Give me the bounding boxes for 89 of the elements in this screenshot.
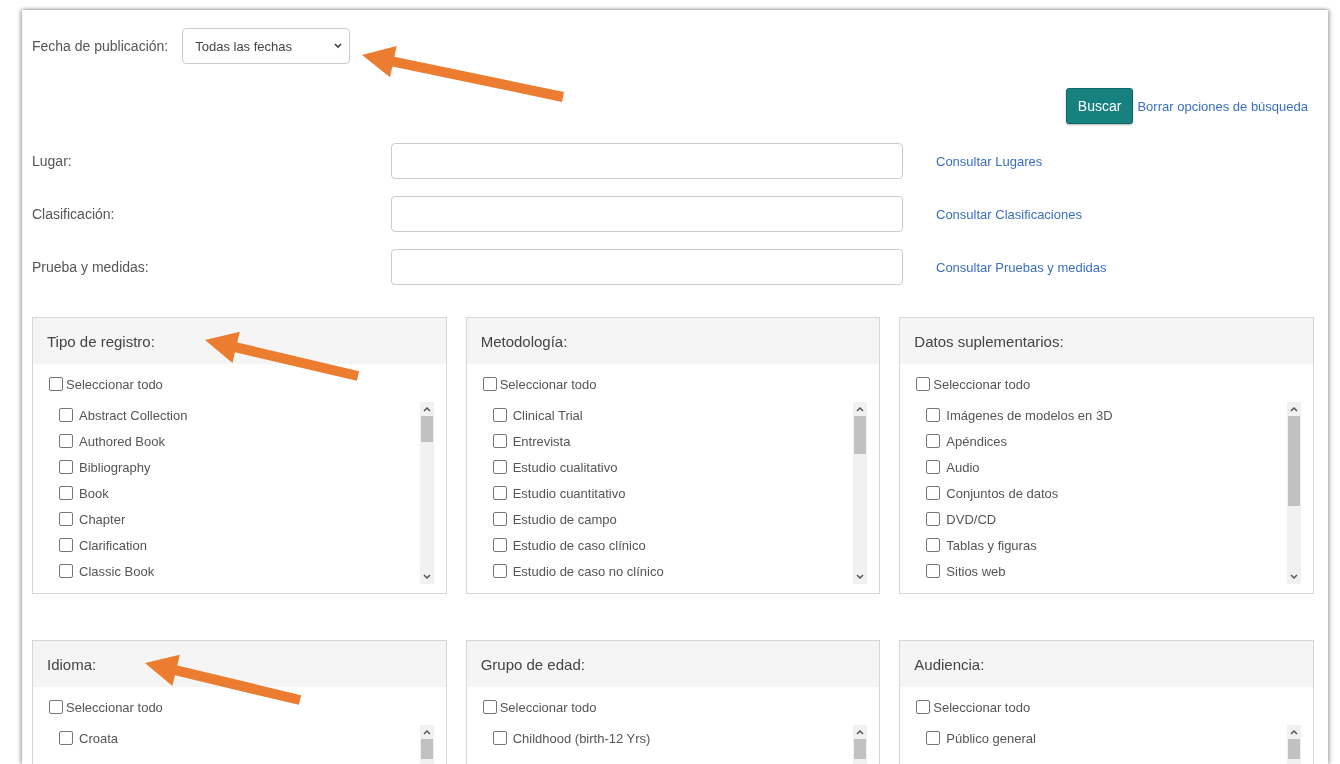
checkbox[interactable]: [916, 700, 931, 714]
checkbox-label: Audio: [946, 459, 980, 475]
scrollbar-thumb[interactable]: [420, 739, 433, 759]
browse-link[interactable]: Consultar Clasificaciones: [936, 206, 1314, 222]
scrollbar-thumb[interactable]: [420, 416, 433, 442]
checkbox[interactable]: [59, 731, 73, 745]
checkbox[interactable]: [59, 460, 73, 474]
panel-header: Datos suplementarios:: [900, 318, 1313, 364]
scrollbar[interactable]: [1287, 402, 1301, 584]
checkbox-label: Bibliography: [79, 459, 151, 475]
scrollbar-thumb[interactable]: [1288, 416, 1300, 506]
checkbox-label: Abstract Collection: [79, 407, 188, 423]
checkbox-label: Seleccionar todo: [499, 699, 597, 715]
panel-header: Grupo de edad:: [466, 641, 880, 687]
checkbox-label: Tablas y figuras: [946, 537, 1037, 553]
checkbox-label: Seleccionar todo: [66, 376, 163, 392]
date-select[interactable]: Todas las fechas: [182, 28, 351, 64]
panel-header: Metodología:: [466, 318, 880, 364]
checkbox[interactable]: [926, 731, 941, 745]
checkbox[interactable]: [59, 538, 73, 552]
checkbox-label: Seleccionar todo: [66, 699, 163, 715]
checkbox-label: Estudio de caso clínico: [512, 537, 646, 553]
input-field[interactable]: [391, 196, 903, 232]
checkbox-label: Seleccionar todo: [933, 699, 1031, 715]
checkbox[interactable]: [492, 731, 507, 745]
checkbox-label: Conjuntos de datos: [946, 485, 1059, 501]
checkbox-label: Sitios web: [946, 563, 1006, 579]
field-label: Clasificación:: [32, 206, 116, 222]
checkbox[interactable]: [59, 486, 73, 500]
browse-link[interactable]: Consultar Pruebas y medidas: [936, 259, 1314, 275]
checkbox[interactable]: [926, 486, 941, 500]
checkbox-label: Book: [79, 485, 109, 501]
checkbox-label: Imágenes de modelos en 3D: [946, 407, 1113, 423]
scrollbar-thumb[interactable]: [854, 416, 867, 454]
checkbox[interactable]: [482, 377, 497, 391]
scrollbar-thumb[interactable]: [854, 739, 867, 759]
checkbox[interactable]: [492, 538, 507, 552]
scrollbar-thumb[interactable]: [1288, 739, 1300, 759]
search-button[interactable]: Buscar: [1065, 88, 1134, 124]
checkbox-label: Croata: [79, 730, 119, 746]
panel-header: Audiencia:: [900, 641, 1313, 687]
checkbox[interactable]: [49, 700, 63, 714]
checkbox[interactable]: [926, 512, 941, 526]
checkbox[interactable]: [492, 486, 507, 500]
checkbox[interactable]: [916, 377, 931, 391]
checkbox[interactable]: [926, 564, 941, 578]
checkbox[interactable]: [49, 377, 63, 391]
checkbox[interactable]: [492, 434, 507, 448]
checkbox[interactable]: [492, 564, 507, 578]
checkbox-label: Apéndices: [946, 433, 1008, 449]
browse-link[interactable]: Consultar Lugares: [936, 153, 1314, 169]
checkbox[interactable]: [926, 434, 941, 448]
checkbox-label: Clinical Trial: [512, 407, 583, 423]
checkbox[interactable]: [59, 408, 73, 422]
panel-header: Idioma:: [33, 641, 446, 687]
checkbox-label: Seleccionar todo: [499, 376, 597, 392]
checkbox-label: Chapter: [79, 511, 126, 527]
checkbox-label: Childhood (birth-12 Yrs): [512, 730, 651, 746]
checkbox-label: Authored Book: [79, 433, 165, 449]
checkbox-label: Estudio cualitativo: [512, 459, 618, 475]
input-field[interactable]: [391, 249, 903, 285]
checkbox-label: Seleccionar todo: [933, 376, 1031, 392]
field-label: Lugar:: [32, 153, 73, 169]
checkbox-label: Estudio de campo: [512, 511, 617, 527]
checkbox-label: Público general: [946, 730, 1036, 746]
checkbox[interactable]: [59, 512, 73, 526]
checkbox-label: Clarification: [79, 537, 147, 553]
checkbox[interactable]: [492, 512, 507, 526]
checkbox[interactable]: [926, 538, 941, 552]
panel-header: Tipo de registro:: [33, 318, 446, 364]
checkbox[interactable]: [59, 434, 73, 448]
checkbox[interactable]: [926, 408, 941, 422]
clear-link[interactable]: Borrar opciones de búsqueda: [1137, 98, 1308, 114]
checkbox[interactable]: [492, 408, 507, 422]
checkbox-label: Entrevista: [512, 433, 571, 449]
checkbox-label: Estudio cuantitativo: [512, 485, 626, 501]
checkbox[interactable]: [482, 700, 497, 714]
checkbox-label: DVD/CD: [946, 511, 997, 527]
checkbox-label: Classic Book: [79, 563, 155, 579]
scrollbar[interactable]: [419, 402, 434, 584]
checkbox[interactable]: [926, 460, 941, 474]
scrollbar[interactable]: [853, 402, 868, 584]
checkbox[interactable]: [59, 564, 73, 578]
input-field[interactable]: [391, 143, 903, 179]
field-label: Fecha de publicación:: [32, 38, 169, 54]
field-label: Prueba y medidas:: [32, 259, 150, 275]
chevron-down-icon: [333, 42, 344, 50]
checkbox-label: Estudio de caso no clínico: [512, 563, 664, 579]
checkbox[interactable]: [492, 460, 507, 474]
